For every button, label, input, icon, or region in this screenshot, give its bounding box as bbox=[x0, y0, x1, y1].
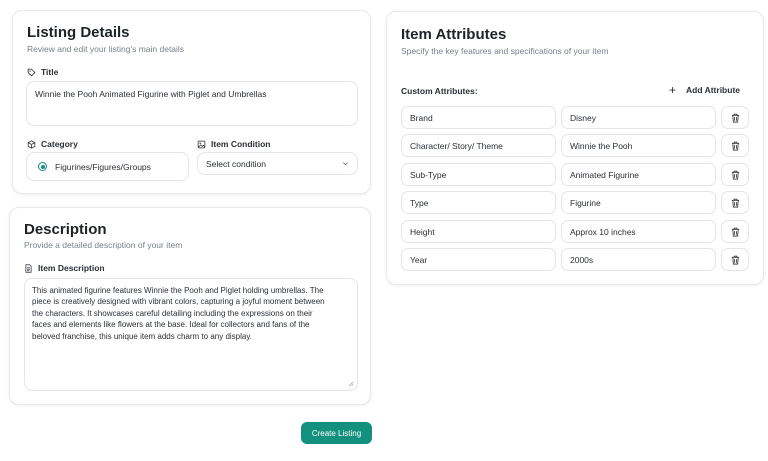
custom-attributes-label: Custom Attributes: bbox=[401, 86, 478, 96]
attribute-value-field[interactable]: Disney bbox=[561, 106, 716, 129]
attribute-value-field[interactable]: Animated Figurine bbox=[561, 163, 716, 186]
attribute-key-field[interactable]: Sub-Type bbox=[401, 163, 556, 186]
trash-icon bbox=[731, 198, 739, 207]
attribute-key-field[interactable]: Year bbox=[401, 248, 556, 271]
listing-details-subtitle: Review and edit your listing's main deta… bbox=[27, 44, 185, 54]
condition-placeholder: Select condition bbox=[206, 158, 267, 169]
add-attribute-button[interactable]: + Add Attribute bbox=[669, 84, 740, 96]
description-line: faces and elements like flowers at the b… bbox=[32, 320, 310, 330]
description-line: the characters. It showcases careful det… bbox=[32, 308, 313, 318]
plus-icon: + bbox=[669, 83, 677, 97]
create-listing-button[interactable]: Create Listing bbox=[301, 422, 372, 444]
radio-selected-icon[interactable] bbox=[38, 162, 47, 171]
delete-attribute-button[interactable] bbox=[721, 134, 749, 157]
condition-select[interactable]: Select condition bbox=[197, 152, 358, 175]
image-icon bbox=[197, 140, 206, 148]
item-attributes-subtitle: Specify the key features and specificati… bbox=[401, 46, 609, 56]
delete-attribute-button[interactable] bbox=[721, 191, 749, 214]
description-line: piece is creatively designed with vibran… bbox=[32, 297, 325, 307]
delete-attribute-button[interactable] bbox=[721, 248, 749, 271]
description-line: This animated figurine features Winnie t… bbox=[32, 286, 324, 295]
attribute-value-field[interactable]: Figurine bbox=[561, 191, 716, 214]
description-card: Description Provide a detailed descripti… bbox=[9, 207, 371, 405]
attribute-key-field[interactable]: Brand bbox=[401, 106, 556, 129]
item-attributes-heading: Item Attributes bbox=[401, 26, 507, 43]
delete-attribute-button[interactable] bbox=[721, 106, 749, 129]
category-label-text: Category bbox=[41, 139, 78, 149]
title-label: Title bbox=[27, 67, 58, 77]
description-subtitle: Provide a detailed description of your i… bbox=[24, 240, 183, 250]
resize-handle-icon[interactable] bbox=[348, 381, 354, 387]
condition-label: Item Condition bbox=[197, 139, 271, 149]
trash-icon bbox=[731, 141, 739, 150]
delete-attribute-button[interactable] bbox=[721, 163, 749, 186]
item-attributes-card: Item Attributes Specify the key features… bbox=[386, 11, 764, 285]
trash-icon bbox=[731, 255, 739, 264]
title-input[interactable]: Winnie the Pooh Animated Figurine with P… bbox=[26, 81, 358, 126]
description-textarea[interactable]: This animated figurine features Winnie t… bbox=[24, 278, 358, 391]
category-value: Figurines/Figures/Groups bbox=[55, 161, 151, 172]
document-icon bbox=[25, 263, 32, 273]
description-heading: Description bbox=[24, 221, 107, 238]
tag-icon bbox=[27, 68, 36, 76]
category-label: Category bbox=[27, 139, 78, 149]
cube-icon bbox=[27, 139, 36, 149]
attribute-value-field[interactable]: Winnie the Pooh bbox=[561, 134, 716, 157]
delete-attribute-button[interactable] bbox=[721, 220, 749, 243]
add-attribute-label: Add Attribute bbox=[686, 85, 740, 95]
trash-icon bbox=[731, 227, 739, 236]
trash-icon bbox=[731, 170, 739, 179]
attribute-value-field[interactable]: Approx 10 inches bbox=[561, 220, 716, 243]
attribute-value-field[interactable]: 2000s bbox=[561, 248, 716, 271]
item-description-label: Item Description bbox=[24, 263, 105, 273]
condition-label-text: Item Condition bbox=[211, 139, 271, 149]
item-description-label-text: Item Description bbox=[38, 263, 105, 273]
category-option[interactable]: Figurines/Figures/Groups bbox=[26, 152, 189, 181]
attribute-key-field[interactable]: Height bbox=[401, 220, 556, 243]
attribute-key-field[interactable]: Character/ Story/ Theme bbox=[401, 134, 556, 157]
listing-details-heading: Listing Details bbox=[27, 24, 130, 41]
attribute-key-field[interactable]: Type bbox=[401, 191, 556, 214]
trash-icon bbox=[731, 113, 739, 122]
description-line: beloved franchise, this unique item adds… bbox=[32, 331, 252, 341]
title-label-text: Title bbox=[41, 67, 59, 77]
listing-details-card: Listing Details Review and edit your lis… bbox=[12, 10, 371, 194]
chevron-down-icon bbox=[343, 162, 348, 166]
